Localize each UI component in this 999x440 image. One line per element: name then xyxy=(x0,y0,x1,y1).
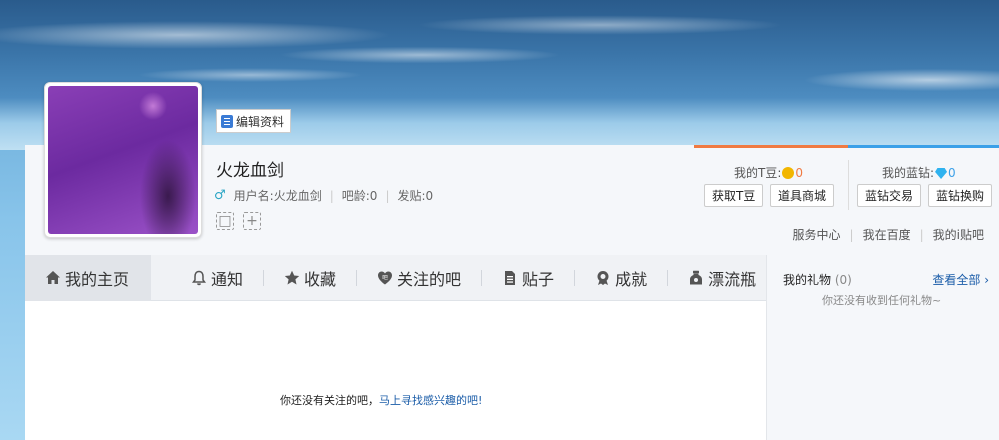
edit-profile-label: 编辑资料 xyxy=(236,114,285,129)
view-all-label: 查看全部 xyxy=(932,273,981,287)
badge-slot-icon[interactable]: □ xyxy=(216,212,234,230)
star-icon xyxy=(284,270,300,286)
tab-drift-bottle[interactable]: 漂流瓶 xyxy=(688,255,756,301)
divider: | xyxy=(849,227,854,242)
tab-divider xyxy=(574,269,576,286)
chevron-right-icon: › xyxy=(984,273,989,287)
svg-text:吧: 吧 xyxy=(382,274,388,281)
service-center-link[interactable]: 服务中心 xyxy=(793,226,841,243)
username-title: 火龙血剑 xyxy=(216,161,284,181)
tab-notifications-label: 通知 xyxy=(211,269,244,289)
edit-icon xyxy=(221,114,233,128)
medal-icon xyxy=(595,270,611,286)
main-content xyxy=(25,301,766,440)
tab-followed-bars-label: 关注的吧 xyxy=(397,269,462,289)
tab-drift-bottle-label: 漂流瓶 xyxy=(708,269,757,289)
me-in-baidu-link[interactable]: 我在百度 xyxy=(863,226,911,243)
add-badge-icon[interactable]: + xyxy=(243,212,261,230)
empty-followed-text: 你还没有关注的吧， xyxy=(280,394,379,407)
tdou-value: 0 xyxy=(795,166,804,180)
divider: | xyxy=(329,188,334,203)
tab-divider xyxy=(667,269,669,286)
edit-profile-button[interactable]: 编辑资料 xyxy=(216,109,292,133)
post-count-label: 发贴:0 xyxy=(397,189,434,203)
tab-achievements-label: 成就 xyxy=(615,269,648,289)
find-bars-link[interactable]: 马上寻找感兴趣的吧! xyxy=(379,394,482,407)
gender-male-icon: ♂ xyxy=(214,188,226,203)
tdou-label: 我的T豆: xyxy=(734,166,782,180)
gift-title: 我的礼物 (0) xyxy=(783,271,852,288)
gift-title-label: 我的礼物 xyxy=(783,273,832,287)
bar-age-label: 吧龄:0 xyxy=(341,189,378,203)
tab-favorites-label: 收藏 xyxy=(304,269,337,289)
divider: | xyxy=(385,188,390,203)
profile-meta: ♂ 用户名:火龙血剑 | 吧龄:0 | 发贴:0 xyxy=(214,187,433,204)
main-tabs: 我的主页 通知 收藏 吧 关注的吧 贴子 成就 漂流瓶 xyxy=(25,254,766,301)
badge-slots: □ + xyxy=(216,212,261,230)
bell-icon xyxy=(191,270,207,286)
divider: | xyxy=(919,227,924,242)
service-links: 服务中心 | 我在百度 | 我的i贴吧 xyxy=(793,226,984,243)
username-label: 用户名:火龙血剑 xyxy=(233,189,322,203)
avatar[interactable] xyxy=(44,82,202,238)
tdou-title: 我的T豆: 0 xyxy=(734,164,803,181)
tab-achievements[interactable]: 成就 xyxy=(595,255,647,301)
lanzuan-title: 我的蓝钻: 0 xyxy=(882,164,956,181)
my-itieba-link[interactable]: 我的i贴吧 xyxy=(933,226,984,243)
tab-home-label: 我的主页 xyxy=(65,269,130,289)
gift-count: (0) xyxy=(834,273,852,287)
tab-notifications[interactable]: 通知 xyxy=(191,255,243,301)
tab-posts-label: 贴子 xyxy=(522,269,555,289)
view-all-gifts-link[interactable]: 查看全部 › xyxy=(932,271,989,288)
lanzuan-trade-button[interactable]: 蓝钻交易 xyxy=(857,184,922,207)
item-mall-button[interactable]: 道具商城 xyxy=(770,184,835,207)
get-tdou-button[interactable]: 获取T豆 xyxy=(704,184,764,207)
home-icon xyxy=(45,270,61,286)
lanzuan-value: 0 xyxy=(948,166,956,180)
tab-divider xyxy=(263,269,265,286)
diamond-icon xyxy=(935,168,948,179)
lanzuan-exchange-button[interactable]: 蓝钻换购 xyxy=(928,184,993,207)
gift-empty-message: 你还没有收到任何礼物~ xyxy=(822,294,942,307)
tab-home[interactable]: 我的主页 xyxy=(25,254,151,301)
lanzuan-label: 我的蓝钻: xyxy=(882,166,935,180)
empty-followed-message: 你还没有关注的吧，马上寻找感兴趣的吧! xyxy=(280,392,482,408)
tab-followed-bars[interactable]: 吧 关注的吧 xyxy=(377,255,461,301)
bottle-icon xyxy=(688,270,704,286)
tab-favorites[interactable]: 收藏 xyxy=(284,255,336,301)
gift-sidebar: 我的礼物 (0) 查看全部 › 你还没有收到任何礼物~ xyxy=(766,255,999,440)
tab-posts[interactable]: 贴子 xyxy=(502,255,554,301)
tab-divider xyxy=(356,269,358,286)
tab-divider xyxy=(481,269,483,286)
document-icon xyxy=(502,270,518,286)
avatar-image xyxy=(48,86,198,234)
tdou-coin-icon xyxy=(782,167,795,179)
heart-tieba-icon: 吧 xyxy=(377,270,393,286)
